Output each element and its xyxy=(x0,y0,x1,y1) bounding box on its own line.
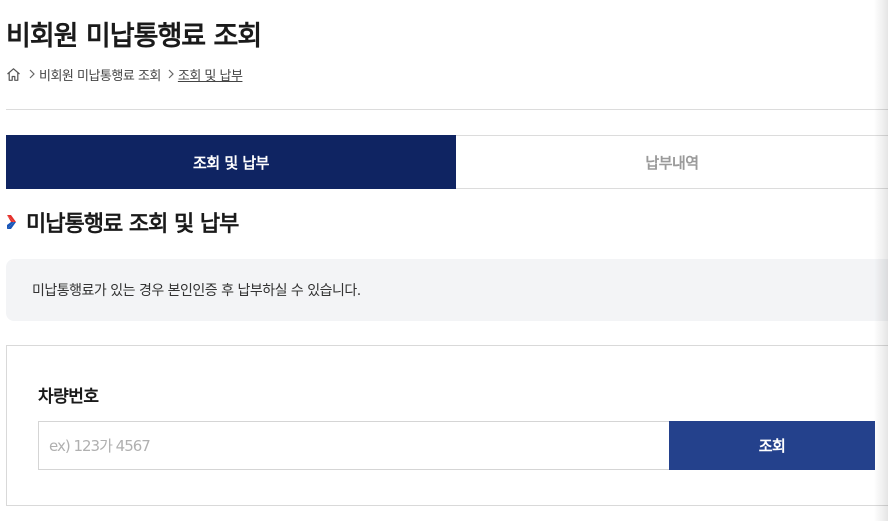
search-button[interactable]: 조회 xyxy=(669,421,875,470)
section-title: 미납통행료 조회 및 납부 xyxy=(6,206,239,238)
breadcrumb: 비회원 미납통행료 조회 조회 및 납부 xyxy=(6,64,243,84)
search-form: 차량번호 조회 xyxy=(6,345,888,506)
plate-number-input[interactable] xyxy=(38,421,669,470)
notice-text: 미납통행료가 있는 경우 본인인증 후 납부하실 수 있습니다. xyxy=(32,283,361,299)
page-title: 비회원 미납통행료 조회 xyxy=(6,21,262,52)
plate-number-label: 차량번호 xyxy=(38,387,99,407)
chevron-right-icon xyxy=(27,68,37,80)
section-title-text: 미납통행료 조회 및 납부 xyxy=(26,212,239,237)
breadcrumb-item-noncustomer[interactable]: 비회원 미납통행료 조회 xyxy=(39,65,161,84)
tab-search-and-pay[interactable]: 조회 및 납부 xyxy=(6,135,456,189)
tab-payment-history[interactable]: 납부내역 xyxy=(456,135,888,189)
breadcrumb-item-current[interactable]: 조회 및 납부 xyxy=(178,65,243,84)
chevron-right-icon xyxy=(166,68,176,80)
divider xyxy=(6,109,888,110)
notice-box: 미납통행료가 있는 경우 본인인증 후 납부하실 수 있습니다. xyxy=(6,259,888,321)
tab-bar: 조회 및 납부 납부내역 xyxy=(6,135,888,189)
scroll-edge-shadow xyxy=(874,0,888,521)
home-icon[interactable] xyxy=(6,67,21,82)
chevron-marker-icon xyxy=(6,214,18,230)
